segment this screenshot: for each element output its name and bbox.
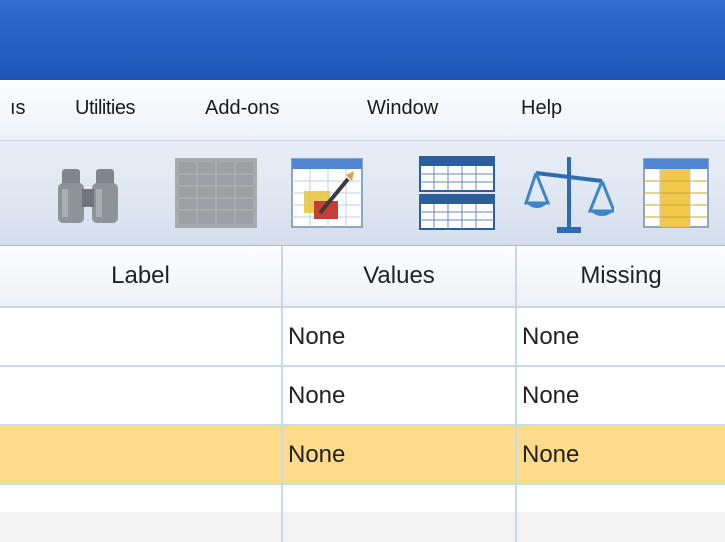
- weight-cases-button[interactable]: [522, 141, 616, 245]
- grid-disabled-icon: [175, 158, 257, 228]
- value-labels-button[interactable]: [636, 141, 716, 245]
- window-title-bar: [0, 0, 725, 80]
- split-table-icon: [419, 156, 495, 230]
- table-row-selected[interactable]: None None: [0, 426, 725, 485]
- column-header-label[interactable]: Label: [0, 246, 283, 306]
- missing-cell[interactable]: [517, 485, 725, 542]
- column-header-values[interactable]: Values: [283, 246, 517, 306]
- column-header-missing[interactable]: Missing: [517, 246, 725, 306]
- toolbar: [0, 141, 725, 246]
- table-row[interactable]: None None: [0, 308, 725, 367]
- binoculars-icon: [58, 169, 118, 223]
- label-cell[interactable]: [0, 308, 283, 365]
- label-cell[interactable]: [0, 367, 283, 424]
- menu-window[interactable]: Window: [367, 97, 438, 120]
- column-header-row: Label Values Missing: [0, 246, 725, 308]
- missing-cell[interactable]: None: [517, 426, 725, 483]
- label-cell[interactable]: [0, 426, 283, 483]
- missing-cell[interactable]: None: [517, 308, 725, 365]
- table-row[interactable]: [0, 485, 725, 542]
- values-cell[interactable]: None: [283, 367, 517, 424]
- values-cell[interactable]: None: [283, 426, 517, 483]
- variable-view-grid: Label Values Missing None None None None…: [0, 246, 725, 542]
- scale-weight-icon: [524, 157, 614, 233]
- grid-button[interactable]: [168, 141, 264, 245]
- missing-cell[interactable]: None: [517, 367, 725, 424]
- menu-transform[interactable]: ıs: [10, 97, 26, 120]
- value-labels-icon: [643, 158, 709, 228]
- menu-help[interactable]: Help: [521, 97, 562, 120]
- values-cell[interactable]: None: [283, 308, 517, 365]
- chart-builder-button[interactable]: [285, 141, 369, 245]
- values-cell[interactable]: [283, 485, 517, 542]
- menu-utilities[interactable]: Utilities: [75, 97, 135, 120]
- chart-builder-icon: [291, 158, 363, 228]
- split-file-button[interactable]: [414, 141, 500, 245]
- table-row[interactable]: None None: [0, 367, 725, 426]
- menu-add-ons[interactable]: Add-ons: [205, 97, 280, 120]
- menu-bar: ıs Utilities Add-ons Window Help: [0, 80, 725, 141]
- find-button[interactable]: [48, 141, 128, 245]
- label-cell[interactable]: [0, 485, 283, 542]
